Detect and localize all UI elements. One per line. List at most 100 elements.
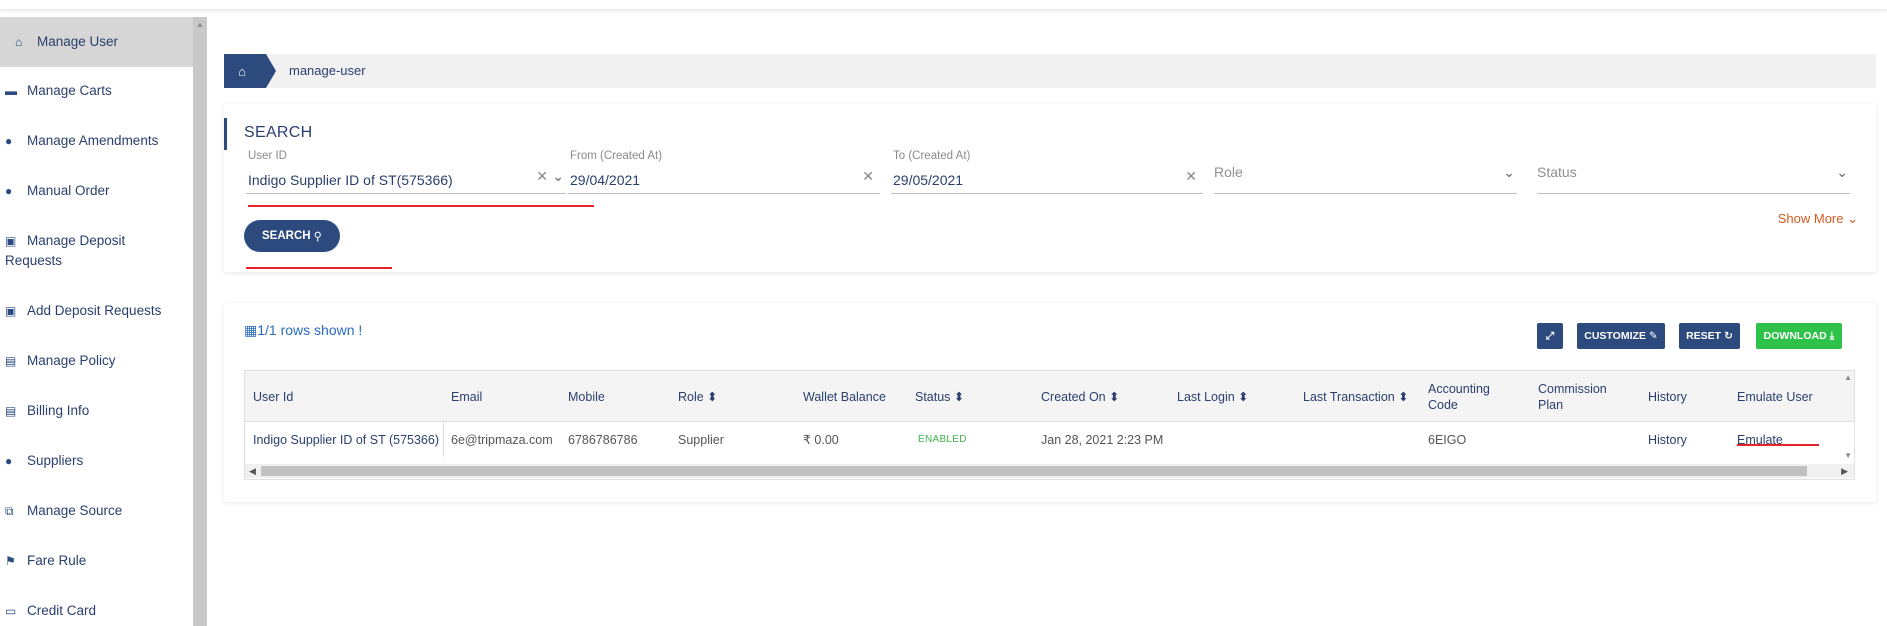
sidebar-item-manage-policy[interactable]: ▤ Manage Policy [0, 351, 193, 371]
sidebar-item-manage-user[interactable]: ⌂ Manage User [0, 17, 193, 67]
clear-icon[interactable]: ✕ [862, 168, 874, 185]
status-select[interactable]: Status ⌄ [1537, 150, 1850, 194]
column-header-last-transaction[interactable]: Last Transaction ⬍ [1303, 371, 1423, 422]
show-more-link[interactable]: Show More ⌄ [1778, 211, 1858, 227]
users-icon: ● [5, 454, 13, 468]
search-title: SEARCH [244, 124, 313, 141]
sidebar-item-label: Manage Source [27, 503, 123, 518]
reset-button-label: RESET [1686, 330, 1722, 342]
search-button[interactable]: SEARCH ⚲ [244, 220, 340, 252]
breadcrumb: ⌂ manage-user [224, 54, 1876, 88]
sidebar-item-manual-order[interactable]: ● Manual Order [0, 181, 193, 201]
status-badge: ENABLED [918, 434, 967, 445]
reset-button[interactable]: RESET ↻ [1679, 323, 1740, 349]
history-link[interactable]: History [1648, 422, 1718, 457]
top-bar [0, 0, 1887, 9]
download-icon: ⤓ [1829, 329, 1835, 342]
from-date-value: 29/04/2021 [570, 172, 641, 188]
column-header-last-login[interactable]: Last Login ⬍ [1177, 371, 1297, 422]
scroll-up-arrow-icon[interactable]: ▲ [1844, 373, 1852, 382]
chevron-down-icon: ⌄ [1836, 164, 1848, 180]
to-date-label: To (Created At) [893, 150, 971, 162]
horizontal-scrollbar[interactable]: ◀ ▶ [245, 464, 1854, 478]
breadcrumb-current: manage-user [289, 63, 366, 78]
column-header-emulate-user[interactable]: Emulate User [1737, 371, 1837, 422]
file-icon: ▤ [5, 354, 17, 368]
cell-created-on: Jan 28, 2021 2:23 PM [1041, 432, 1164, 447]
user-plus-icon: ● [5, 184, 13, 198]
search-panel: SEARCH User ID Indigo Supplier ID of ST(… [224, 104, 1876, 272]
breadcrumb-home-button[interactable]: ⌂ [224, 54, 276, 88]
expand-button[interactable]: ⤢ [1537, 323, 1563, 349]
clear-icon[interactable]: ✕ [1185, 168, 1197, 185]
column-separator [443, 422, 444, 457]
download-button[interactable]: DOWNLOAD ⤓ [1756, 323, 1842, 349]
annotation-underline [1737, 444, 1819, 446]
sidebar-item-label: Manage User [37, 34, 119, 49]
search-icon: ⚲ [313, 231, 322, 243]
column-header-created-on[interactable]: Created On ⬍ [1041, 371, 1171, 422]
scroll-up-arrow-icon[interactable]: ▲ [195, 20, 205, 30]
role-placeholder: Role [1214, 164, 1243, 180]
column-header-history[interactable]: History [1648, 371, 1718, 422]
column-header-status[interactable]: Status ⬍ [915, 371, 1025, 422]
column-header-user-id[interactable]: User Id [253, 371, 443, 422]
sidebar-item-credit-card[interactable]: ▭ Credit Card [0, 601, 193, 621]
home-icon: ⌂ [15, 35, 23, 49]
download-button-label: DOWNLOAD [1763, 330, 1827, 342]
column-header-role[interactable]: Role ⬍ [678, 371, 788, 422]
sidebar-item-label: Add Deposit Requests [27, 303, 162, 318]
to-date-value: 29/05/2021 [893, 172, 964, 188]
column-header-mobile[interactable]: Mobile [568, 371, 668, 422]
table-icon: ▦ [244, 322, 258, 338]
column-header-wallet-balance[interactable]: Wallet Balance [803, 371, 908, 422]
customize-button[interactable]: CUSTOMIZE ✎ [1577, 323, 1665, 349]
column-header-accounting-code[interactable]: Accounting Code [1428, 371, 1503, 422]
cell-wallet-balance: ₹ 0.00 [803, 433, 839, 447]
home-icon: ⌂ [238, 63, 246, 79]
sidebar-item-label: Manage Deposit Requests [5, 233, 126, 268]
cell-accounting-code: 6EIGO [1428, 432, 1467, 447]
sidebar-item-manage-carts[interactable]: ▬ Manage Carts [0, 81, 193, 101]
user-id-value: Indigo Supplier ID of ST(575366) [248, 172, 453, 188]
sidebar-item-label: Suppliers [27, 453, 84, 468]
sidebar-item-fare-rule[interactable]: ⚑ Fare Rule [0, 551, 193, 571]
sidebar-item-label: Billing Info [27, 403, 90, 418]
sidebar-scrollbar[interactable] [193, 17, 207, 626]
file-icon: ▤ [5, 404, 17, 418]
cell-role: Supplier [678, 432, 724, 447]
cell-user-id: Indigo Supplier ID of ST (575366) [253, 432, 439, 447]
sidebar-item-label: Fare Rule [27, 553, 87, 568]
sidebar-item-manage-deposit-requests[interactable]: ▣ Manage Deposit Requests [0, 231, 193, 271]
sidebar-item-label: Manage Carts [27, 83, 112, 98]
column-header-commission-plan[interactable]: Commission Plan [1538, 371, 1618, 422]
chevron-down-icon[interactable]: ⌄ [552, 168, 564, 185]
scrollbar-thumb[interactable] [261, 466, 1807, 476]
rows-shown-text: ▦1/1 rows shown ! [244, 322, 363, 338]
scroll-down-arrow-icon[interactable]: ▼ [1844, 451, 1852, 460]
clear-icon[interactable]: ✕ [536, 168, 548, 185]
emulate-link[interactable]: Emulate [1737, 422, 1817, 457]
sidebar-item-manage-amendments[interactable]: ● Manage Amendments [0, 131, 193, 151]
flag-icon: ⚑ [5, 554, 16, 568]
money-icon: ▣ [5, 304, 17, 318]
cell-mobile: 6786786786 [568, 432, 638, 447]
to-date-field[interactable]: To (Created At) 29/05/2021 ✕ [891, 150, 1203, 194]
sidebar-item-add-deposit-requests[interactable]: ▣ Add Deposit Requests [0, 301, 193, 321]
sidebar: ⌂ Manage User ▬ Manage Carts ● Manage Am… [0, 17, 193, 626]
scroll-right-arrow-icon[interactable]: ▶ [1841, 464, 1848, 478]
user-id-field[interactable]: User ID Indigo Supplier ID of ST(575366)… [246, 150, 566, 194]
role-select[interactable]: Role ⌄ [1214, 150, 1517, 194]
cell-status: ENABLED [918, 422, 1018, 457]
expand-icon: ⤢ [1545, 329, 1555, 342]
chevron-down-icon: ⌄ [1503, 164, 1515, 180]
from-date-label: From (Created At) [570, 150, 663, 162]
scroll-left-arrow-icon[interactable]: ◀ [249, 464, 256, 478]
annotation-underline [246, 267, 392, 269]
from-date-field[interactable]: From (Created At) 29/04/2021 ✕ [568, 150, 880, 194]
status-placeholder: Status [1537, 164, 1577, 180]
sidebar-item-suppliers[interactable]: ● Suppliers [0, 451, 193, 471]
sidebar-item-manage-source[interactable]: ⧉ Manage Source [0, 501, 193, 521]
sidebar-item-billing-info[interactable]: ▤ Billing Info [0, 401, 193, 421]
column-header-email[interactable]: Email [451, 371, 561, 422]
